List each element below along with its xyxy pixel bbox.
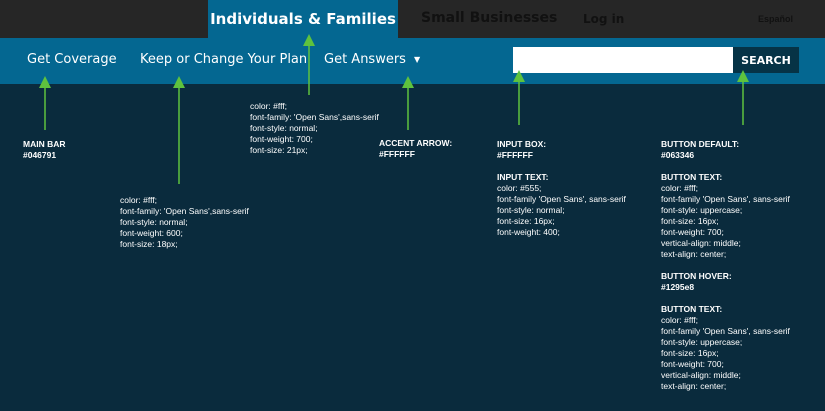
note-button-color: #063346 [661,150,695,160]
note-button-text-title-2: BUTTON TEXT: [661,304,723,314]
tab-small-businesses[interactable]: Small Businesses [421,10,557,26]
note-input: INPUT BOX: #FFFFFF INPUT TEXT: color: #5… [497,139,626,238]
note-line: font-style: uppercase; [661,205,743,215]
caret-down-icon: ▼ [413,55,421,64]
note-line: font-size: 21px; [250,145,308,155]
note-line: font-size: 18px; [120,239,178,249]
note-input-color: #FFFFFF [497,150,533,160]
note-line: font-style: normal; [250,123,318,133]
note-accent-color: #FFFFFF [379,149,415,159]
note-line: font-size: 16px; [661,216,719,226]
note-accent-title: ACCENT ARROW: [379,138,453,148]
note-nav-font: color: #fff; font-family: 'Open Sans',sa… [120,195,249,250]
note-line: font-style: normal; [120,217,188,227]
note-line: font-weight: 700; [661,359,724,369]
note-main-bar-title: MAIN BAR [23,139,66,149]
note-main-bar-color: #046791 [23,150,57,160]
nav-get-answers-label: Get Answers [324,52,406,67]
note-button-text-title: BUTTON TEXT: [661,172,723,182]
nav-keep-change-plan[interactable]: Keep or Change Your Plan [140,52,307,67]
note-line: vertical-align: middle; [661,238,741,248]
note-line: font-family 'Open Sans', sans-serif [661,326,790,336]
note-line: text-align: center; [661,249,727,259]
note-line: color: #fff; [120,195,158,205]
note-line: font-style: normal; [497,205,565,215]
note-line: font-family 'Open Sans', sans-serif [661,194,790,204]
note-line: font-size: 16px; [661,348,719,358]
nav-get-answers[interactable]: Get Answers ▼ [324,52,420,67]
top-bar [0,0,825,38]
note-line: font-size: 16px; [497,216,555,226]
note-line: font-weight: 700; [661,227,724,237]
note-line: font-weight: 400; [497,227,560,237]
note-line: text-align: center; [661,381,727,391]
note-accent-arrow: ACCENT ARROW: #FFFFFF [379,138,452,160]
note-line: font-family: 'Open Sans',sans-serif [120,206,249,216]
note-line: color: #fff; [250,101,288,111]
note-line: color: #fff; [661,315,699,325]
note-line: font-weight: 700; [250,134,313,144]
search-input[interactable] [513,47,733,73]
note-button-title: BUTTON DEFAULT: [661,139,740,149]
note-line: font-weight: 600; [120,228,183,238]
tab-individuals-families[interactable]: Individuals & Families [208,0,398,38]
note-line: color: #555; [497,183,542,193]
note-main-bar: MAIN BAR #046791 [23,139,66,161]
note-button: BUTTON DEFAULT: #063346 BUTTON TEXT: col… [661,139,790,392]
note-input-title: INPUT BOX: [497,139,547,149]
note-line: color: #fff; [661,183,699,193]
note-line: font-style: uppercase; [661,337,743,347]
note-line: font-family: 'Open Sans',sans-serif [250,112,379,122]
language-link[interactable]: Español [758,14,793,24]
search-button[interactable]: SEARCH [733,47,799,73]
login-link[interactable]: Log in [583,12,624,26]
note-tab-font: color: #fff; font-family: 'Open Sans',sa… [250,101,379,156]
note-button-hover-title: BUTTON HOVER: [661,271,732,281]
note-line: font-family 'Open Sans', sans-serif [497,194,626,204]
note-input-text-title: INPUT TEXT: [497,172,549,182]
note-line: vertical-align: middle; [661,370,741,380]
note-button-hover-color: #1295e8 [661,282,695,292]
nav-get-coverage[interactable]: Get Coverage [27,52,117,67]
